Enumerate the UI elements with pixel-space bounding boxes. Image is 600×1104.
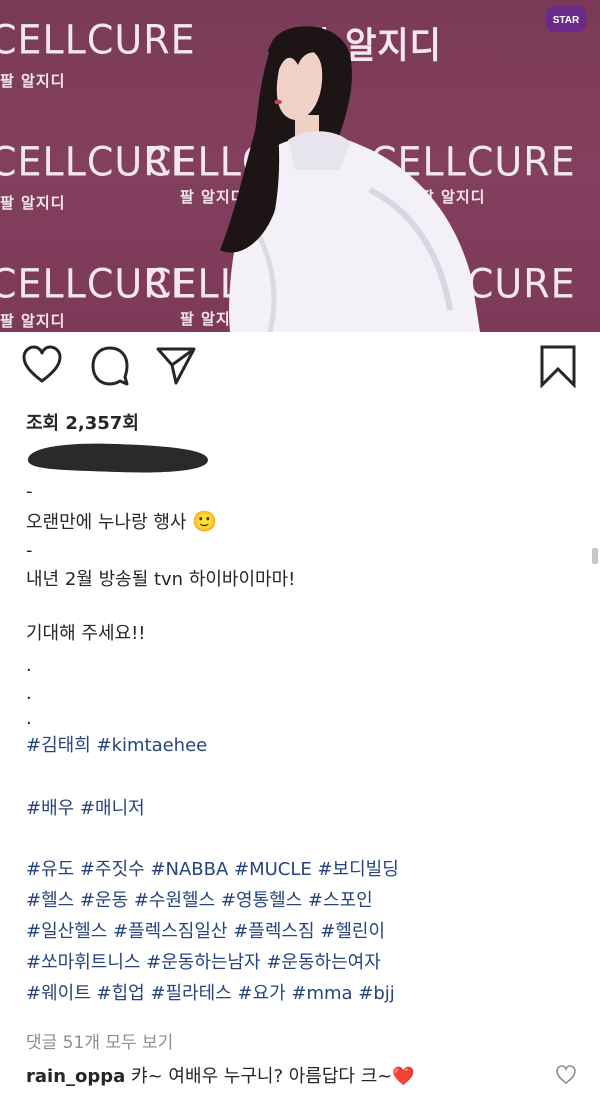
paper-plane-icon	[156, 347, 196, 385]
comment-button[interactable]	[88, 344, 132, 388]
caption-line: 기대해 주세요!!	[26, 623, 146, 644]
post-photo[interactable]: CELLCURE 팔 알지디 팔 알지디 CELLCURE 팔 알지디 CELL…	[0, 0, 600, 332]
view-count[interactable]: 조회 2,357회	[26, 409, 139, 435]
hashtag-line[interactable]: #헬스 #운동 #수원헬스 #영통헬스 #스포인	[26, 885, 576, 916]
view-all-comments-link[interactable]: 댓글 51개 모두 보기	[26, 1028, 173, 1053]
redacted-username-scribble	[28, 443, 208, 473]
comment-like-heart-icon[interactable]	[555, 1064, 577, 1086]
channel-badge: STAR	[546, 6, 586, 32]
backdrop-sub: 팔 알지디	[0, 312, 66, 330]
post-caption: - 오랜만에 누나랑 행사 🙂 - 내년 2월 방송될 tvn 하이바이마마! …	[26, 480, 576, 1009]
comment-row: rain_oppa 캬~ 여배우 누구니? 아름답다 크~❤️	[26, 1062, 546, 1088]
post-action-bar	[0, 344, 600, 392]
caption-line: 오랜만에 누나랑 행사 🙂	[26, 509, 218, 533]
hashtag-line[interactable]: #배우 #매니저	[26, 793, 576, 824]
caption-blank	[26, 598, 576, 616]
scrollbar-thumb[interactable]	[592, 548, 598, 564]
hashtag-line[interactable]: #일산헬스 #플렉스짐일산 #플렉스짐 #헬린이	[26, 916, 576, 947]
caption-dot: .	[26, 655, 32, 676]
heart-icon	[22, 345, 62, 383]
comment-bubble-icon	[91, 346, 129, 386]
caption-divider: -	[26, 540, 33, 561]
hashtag-line[interactable]: #쏘마휘트니스 #운동하는남자 #운동하는여자	[26, 947, 576, 978]
hashtag-line[interactable]: #웨이트 #힙업 #필라테스 #요가 #mma #bjj	[26, 978, 576, 1009]
backdrop-logo: CELLCURE	[0, 16, 196, 64]
caption-dot: .	[26, 683, 32, 704]
hashtag-line[interactable]: #김태희 #kimtaehee	[26, 730, 576, 761]
caption-dot: .	[26, 708, 32, 729]
hashtag-line[interactable]: #유도 #주짓수 #NABBA #MUCLE #보디빌딩	[26, 854, 576, 885]
actress-figure	[220, 26, 480, 332]
caption-divider: -	[26, 481, 33, 502]
smile-emoji: 🙂	[192, 509, 218, 533]
bookmark-icon	[540, 345, 576, 389]
caption-line: 내년 2월 방송될 tvn 하이바이마마!	[26, 569, 296, 590]
share-button[interactable]	[154, 344, 198, 388]
comment-username[interactable]: rain_oppa	[26, 1066, 125, 1087]
like-button[interactable]	[20, 344, 64, 388]
save-button[interactable]	[536, 344, 580, 389]
backdrop-sub: 팔 알지디	[0, 194, 66, 212]
comment-text: 캬~ 여배우 누구니? 아름답다 크~❤️	[131, 1066, 415, 1087]
backdrop-sub: 팔 알지디	[0, 72, 66, 90]
